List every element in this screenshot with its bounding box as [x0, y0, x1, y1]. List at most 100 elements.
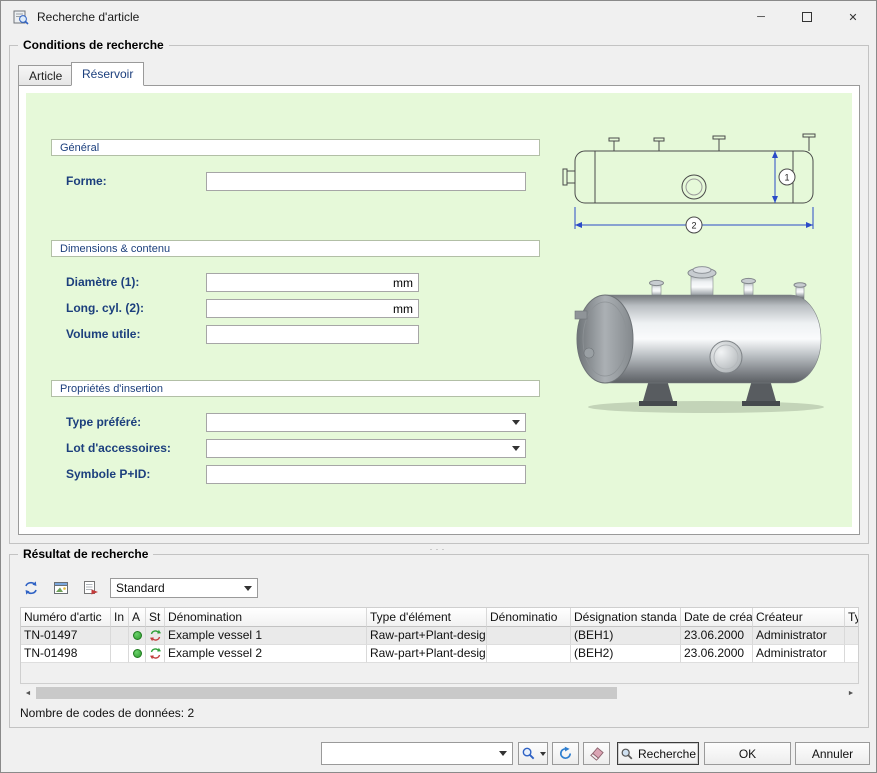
column-header-type[interactable]: Type d'élément — [367, 608, 487, 627]
vessel-3d-image — [551, 255, 853, 417]
export-icon — [83, 580, 99, 596]
forme-label: Forme: — [66, 174, 107, 188]
window-title: Recherche d'article — [37, 10, 139, 24]
results-groupbox: Résultat de recherche — [9, 554, 869, 728]
refresh-icon — [558, 746, 573, 761]
annuler-button[interactable]: Annuler — [795, 742, 870, 765]
dimensions-section-title: Dimensions & contenu — [60, 243, 170, 255]
lot-accessoires-label: Lot d'accessoires: — [66, 441, 171, 455]
dimensions-section-header: Dimensions & contenu — [51, 240, 540, 257]
preview-icon — [53, 580, 69, 596]
table-header-row: Numéro d'artic In A St Dénomination Type… — [21, 608, 858, 627]
cell-denominatio — [487, 645, 571, 663]
title-bar[interactable]: Recherche d'article ─ ✕ — [1, 1, 876, 33]
dimension-marker-1: 1 — [784, 173, 789, 183]
result-count-text: Nombre de codes de données: 2 — [20, 706, 194, 720]
long-cyl-unit-label: mm — [393, 302, 413, 316]
refresh-results-button[interactable] — [18, 577, 44, 599]
cell-createur: Administrator — [753, 645, 845, 663]
chevron-down-icon — [499, 751, 507, 756]
cell-denomination: Example vessel 2 — [165, 645, 367, 663]
search-options-button[interactable] — [518, 742, 548, 765]
column-header-typ[interactable]: Typ — [845, 608, 859, 627]
scroll-right-icon[interactable]: ► — [843, 686, 859, 700]
general-section-header: Général — [51, 139, 540, 156]
refresh-button[interactable] — [552, 742, 579, 765]
eraser-icon — [589, 746, 604, 761]
cell-denomination: Example vessel 1 — [165, 627, 367, 645]
diametre-label: Diamètre (1): — [66, 275, 139, 289]
status-green-icon — [133, 631, 142, 640]
cell-denominatio — [487, 627, 571, 645]
symbole-pid-label: Symbole P+ID: — [66, 467, 150, 481]
view-select[interactable]: Standard — [110, 578, 258, 598]
conditions-group-title: Conditions de recherche — [18, 38, 169, 52]
volume-label: Volume utile: — [66, 327, 140, 341]
cell-status — [129, 627, 146, 645]
conditions-groupbox: Conditions de recherche Article Réservoi… — [9, 45, 869, 544]
export-button[interactable] — [78, 577, 104, 599]
cell-createur: Administrator — [753, 627, 845, 645]
cell-type: Raw-part+Plant-desig — [367, 627, 487, 645]
insertion-section-title: Propriétés d'insertion — [60, 383, 163, 395]
horizontal-scrollbar[interactable]: ◄ ► — [20, 686, 859, 700]
refresh-icon — [23, 580, 39, 596]
type-prefere-combobox[interactable] — [206, 413, 526, 432]
recherche-button-label: Recherche — [638, 747, 696, 761]
cell-date: 23.06.2000 — [681, 627, 753, 645]
long-cyl-input[interactable]: mm — [206, 299, 419, 318]
maximize-icon — [802, 12, 812, 22]
cell-in — [111, 627, 129, 645]
close-button[interactable]: ✕ — [830, 1, 876, 33]
tab-article[interactable]: Article — [18, 65, 73, 86]
symbole-pid-input[interactable] — [206, 465, 526, 484]
vessel-dimension-diagram: 1 2 — [559, 127, 851, 251]
forme-input[interactable] — [206, 172, 526, 191]
general-section-title: Général — [60, 142, 99, 154]
column-header-a[interactable]: A — [129, 608, 146, 627]
quick-search-combobox[interactable] — [321, 742, 513, 765]
diametre-input[interactable]: mm — [206, 273, 419, 292]
ok-button[interactable]: OK — [704, 742, 791, 765]
column-header-date[interactable]: Date de créa — [681, 608, 753, 627]
column-header-createur[interactable]: Créateur — [753, 608, 845, 627]
results-group-title: Résultat de recherche — [18, 547, 153, 561]
results-table: Numéro d'artic In A St Dénomination Type… — [20, 607, 859, 684]
scrollbar-track[interactable] — [36, 686, 843, 700]
column-header-st[interactable]: St — [146, 608, 165, 627]
column-header-in[interactable]: In — [111, 608, 129, 627]
column-header-denominatio[interactable]: Dénominatio — [487, 608, 571, 627]
cell-typ — [845, 645, 859, 663]
cell-typ — [845, 627, 859, 645]
cell-type: Raw-part+Plant-desig — [367, 645, 487, 663]
cell-numero: TN-01498 — [21, 645, 111, 663]
volume-input[interactable] — [206, 325, 419, 344]
column-header-denomination[interactable]: Dénomination — [165, 608, 367, 627]
cell-numero: TN-01497 — [21, 627, 111, 645]
insertion-section-header: Propriétés d'insertion — [51, 380, 540, 397]
scrollbar-thumb[interactable] — [36, 687, 617, 699]
cell-date: 23.06.2000 — [681, 645, 753, 663]
clear-button[interactable] — [583, 742, 610, 765]
dialog-recherche-article: Recherche d'article ─ ✕ Conditions de re… — [0, 0, 877, 773]
search-icon — [620, 747, 634, 761]
lot-accessoires-combobox[interactable] — [206, 439, 526, 458]
app-icon — [13, 9, 29, 25]
preview-button[interactable] — [48, 577, 74, 599]
recherche-button[interactable]: Recherche — [617, 742, 699, 765]
reservoir-tab-panel: Général Forme: Dimensions & contenu Diam… — [18, 85, 860, 535]
column-header-designation[interactable]: Désignation standa — [571, 608, 681, 627]
column-header-numero[interactable]: Numéro d'artic — [21, 608, 111, 627]
diametre-unit-label: mm — [393, 276, 413, 290]
status-green-icon — [133, 649, 142, 658]
search-icon — [521, 746, 536, 761]
cell-designation: (BEH1) — [571, 627, 681, 645]
scroll-left-icon[interactable]: ◄ — [20, 686, 36, 700]
table-row[interactable]: TN-01498 Example vessel 2 Raw-part+Plant… — [21, 645, 858, 663]
cell-status — [129, 645, 146, 663]
table-row[interactable]: TN-01497 Example vessel 1 Raw-part+Plant… — [21, 627, 858, 645]
minimize-button[interactable]: ─ — [738, 1, 784, 33]
cell-in — [111, 645, 129, 663]
tab-reservoir[interactable]: Réservoir — [71, 62, 144, 86]
maximize-button[interactable] — [784, 1, 830, 33]
